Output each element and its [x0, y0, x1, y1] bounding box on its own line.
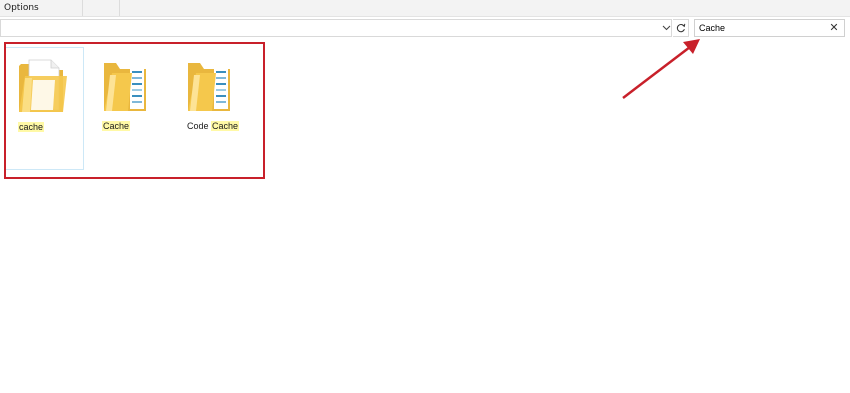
- result-item-cache-folder[interactable]: Cache: [88, 47, 168, 170]
- result-item-label: Cache: [102, 120, 182, 132]
- result-item-label: cache: [18, 121, 96, 133]
- ribbon-bar: Options: [0, 0, 850, 17]
- result-item-cache-file[interactable]: cache: [4, 47, 84, 170]
- refresh-icon[interactable]: [673, 19, 689, 37]
- tab-options[interactable]: Options: [0, 0, 83, 16]
- chevron-down-icon[interactable]: [659, 19, 673, 37]
- address-bar[interactable]: [0, 19, 672, 37]
- search-input[interactable]: [699, 21, 824, 35]
- search-match-highlight: Cache: [211, 121, 240, 131]
- annotation-arrow: [622, 39, 700, 99]
- folder-icon: [104, 63, 146, 111]
- close-icon[interactable]: ✕: [828, 21, 840, 35]
- folder-icon: [188, 63, 230, 111]
- document-folder-icon: [19, 59, 67, 112]
- search-box[interactable]: ✕: [694, 19, 845, 37]
- result-item-label: Code Cache: [187, 121, 240, 131]
- tab-blank[interactable]: [83, 0, 120, 16]
- result-item-code-cache-folder[interactable]: Code Cache: [172, 47, 252, 170]
- search-match-highlight: cache: [18, 122, 45, 132]
- search-match-highlight: Cache: [102, 121, 131, 131]
